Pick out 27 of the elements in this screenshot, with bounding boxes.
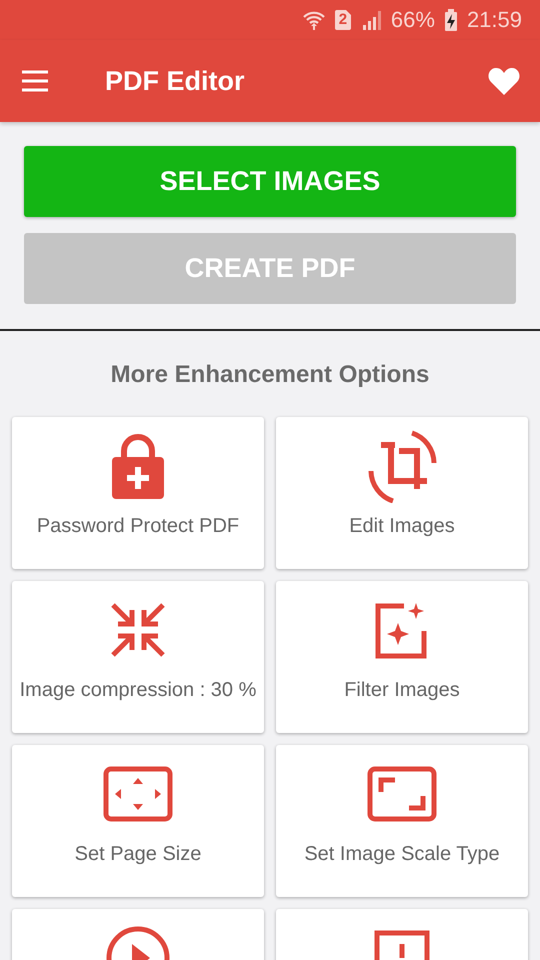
- menu-icon[interactable]: [20, 70, 50, 92]
- heart-icon[interactable]: [488, 66, 520, 96]
- clock-time: 21:59: [466, 7, 522, 33]
- option-card[interactable]: Edit Images: [276, 417, 528, 569]
- sim-card-icon: 2: [334, 10, 351, 30]
- option-card[interactable]: Set Page Size: [12, 745, 264, 897]
- wifi-icon: [302, 10, 325, 30]
- battery-charging-icon: [444, 9, 457, 31]
- option-card[interactable]: Set Image Scale Type: [276, 745, 528, 897]
- app-title: PDF Editor: [105, 66, 246, 96]
- option-label: Image compression : 30 %: [20, 679, 256, 702]
- option-card[interactable]: Image compression : 30 %: [12, 581, 264, 733]
- lock-icon: [110, 433, 166, 499]
- page-size-icon: [103, 766, 173, 822]
- option-label: Set Page Size: [74, 843, 202, 866]
- battery-percentage: 66%: [390, 7, 435, 33]
- option-label: Edit Images: [349, 515, 455, 538]
- option-label: Filter Images: [344, 679, 460, 702]
- option-label: Password Protect PDF: [36, 515, 240, 538]
- option-card[interactable]: Password Protect PDF: [12, 417, 264, 569]
- section-title: More Enhancement Options: [110, 360, 430, 390]
- option-label: Set Image Scale Type: [304, 843, 500, 866]
- compress-arrows-icon: [110, 602, 166, 658]
- signal-icon: [360, 10, 381, 30]
- aspect-ratio-icon: [367, 766, 437, 822]
- crop-rotate-icon: [367, 429, 437, 503]
- option-card[interactable]: Filter Images: [276, 581, 528, 733]
